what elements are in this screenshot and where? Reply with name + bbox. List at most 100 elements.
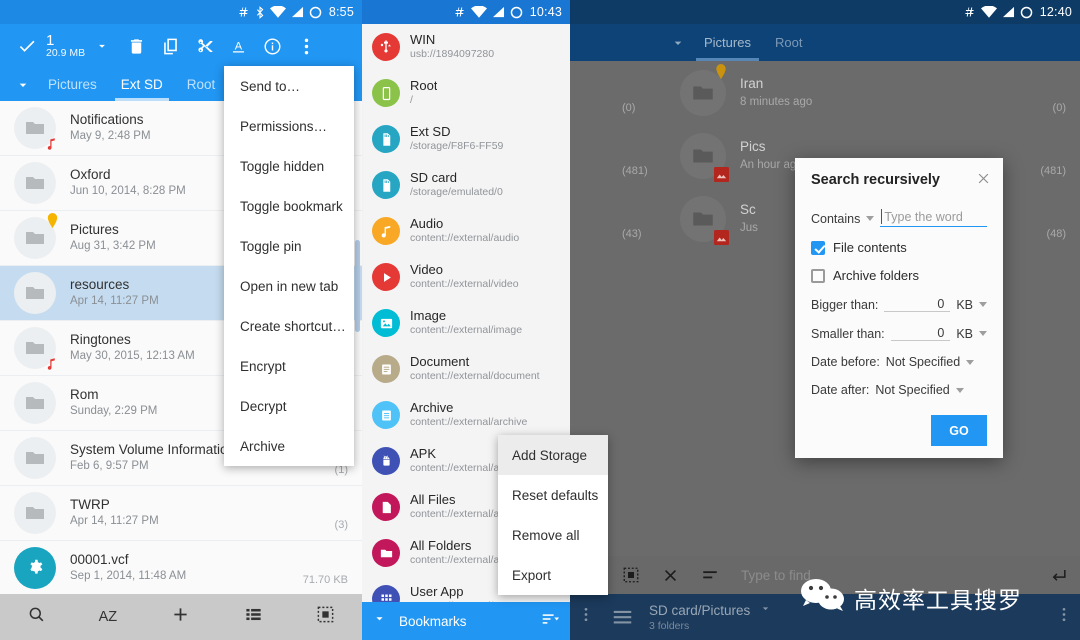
date-before-value[interactable]: Not Specified: [886, 355, 960, 369]
add-icon[interactable]: [170, 604, 191, 630]
status-bar-right: 12:40: [570, 0, 1080, 24]
smaller-than-unit[interactable]: KB: [956, 327, 973, 341]
tab-ext-sd[interactable]: Ext SD: [109, 68, 175, 101]
menu-icon[interactable]: [612, 609, 633, 625]
enter-icon[interactable]: [1049, 566, 1068, 585]
bookmark-text: Root /: [410, 78, 437, 108]
list-item[interactable]: Video content://external/video: [362, 254, 570, 300]
context-menu-item-create-shortcut[interactable]: Create shortcut…: [224, 306, 354, 346]
storage-menu-item-export[interactable]: Export: [498, 555, 608, 595]
file-text: Oxford Jun 10, 2014, 8:28 PM: [70, 166, 186, 200]
sort-icon[interactable]: [701, 568, 719, 582]
chevron-down-icon[interactable]: [979, 302, 987, 307]
storage-menu-item-reset-defaults[interactable]: Reset defaults: [498, 475, 608, 515]
file-icon-wrap: [14, 213, 58, 259]
archive-folders-checkbox[interactable]: [811, 268, 825, 283]
chevron-down-icon[interactable]: [966, 359, 975, 365]
context-menu-item-send-to[interactable]: Send to…: [224, 66, 354, 106]
sort-icon[interactable]: [541, 612, 560, 631]
context-menu-item-archive[interactable]: Archive: [224, 426, 354, 466]
az-sort-icon[interactable]: AZ: [99, 609, 118, 625]
svg-text:A: A: [234, 40, 242, 52]
bigger-than-input[interactable]: 0: [884, 297, 951, 312]
bookmark-name: Archive: [410, 400, 454, 416]
grid-select-icon[interactable]: [622, 566, 640, 584]
context-menu-item-permissions[interactable]: Permissions…: [224, 106, 354, 146]
bookmark-name: User App: [410, 584, 464, 600]
list-item[interactable]: Document content://external/document: [362, 346, 570, 392]
overflow-icon[interactable]: [584, 606, 588, 628]
grid-select-icon[interactable]: [316, 605, 335, 629]
table-row[interactable]: TWRP Apr 14, 11:27 PM (3): [0, 486, 362, 541]
right-tab-pictures[interactable]: Pictures: [692, 24, 763, 61]
delete-icon[interactable]: [119, 27, 153, 65]
left-scrollbar[interactable]: [355, 240, 360, 332]
context-menu-item-toggle-hidden[interactable]: Toggle hidden: [224, 146, 354, 186]
file-contents-checkbox[interactable]: [811, 240, 825, 255]
right-tab-root[interactable]: Root: [763, 24, 814, 61]
archive-folders-checkbox-row[interactable]: Archive folders: [811, 268, 987, 283]
chevron-down-icon[interactable]: [759, 602, 772, 620]
tab-root[interactable]: Root: [175, 68, 228, 101]
storage-context-menu[interactable]: Add Storage Reset defaults Remove all Expor…: [498, 435, 608, 595]
list-item[interactable]: Archive content://external/archive: [362, 392, 570, 438]
overflow-icon[interactable]: [1062, 606, 1066, 628]
date-after-row[interactable]: Date after: Not Specified: [811, 383, 987, 397]
search-icon[interactable]: [27, 605, 46, 629]
context-menu-item-encrypt[interactable]: Encrypt: [224, 346, 354, 386]
chevron-down-icon[interactable]: [85, 27, 119, 65]
file-contents-label: File contents: [833, 240, 907, 255]
list-item[interactable]: Root /: [362, 70, 570, 116]
list-item[interactable]: WIN usb://1894097280: [362, 24, 570, 70]
chevron-down-icon[interactable]: [372, 611, 387, 631]
chevron-down-icon[interactable]: [979, 331, 987, 336]
context-menu-item-toggle-bookmark[interactable]: Toggle bookmark: [224, 186, 354, 226]
bluetooth-icon: [255, 5, 265, 19]
context-menu-item-toggle-pin[interactable]: Toggle pin: [224, 226, 354, 266]
file-context-menu[interactable]: Send to… Permissions… Toggle hidden Toggle …: [224, 66, 354, 466]
bigger-than-unit[interactable]: KB: [956, 298, 973, 312]
chevron-down-icon[interactable]: [670, 35, 686, 51]
music-note-icon: [372, 217, 400, 245]
context-menu-item-decrypt[interactable]: Decrypt: [224, 386, 354, 426]
table-row[interactable]: 00001.vcf Sep 1, 2014, 11:48 AM 71.70 KB: [0, 541, 362, 596]
file-meta: 71.70 KB: [302, 574, 348, 586]
close-icon[interactable]: [976, 171, 991, 191]
table-row[interactable]: (0) Iran 8 minutes ago (0): [570, 61, 1080, 124]
file-name: resources: [70, 277, 130, 293]
folder-count-text: 3 folders: [649, 620, 690, 633]
list-item[interactable]: Ext SD/storage/F8F6-FF59: [362, 116, 570, 162]
context-menu-item-open-in-new-tab[interactable]: Open in new tab: [224, 266, 354, 306]
rename-icon[interactable]: A: [221, 27, 255, 65]
tab-pictures[interactable]: Pictures: [36, 68, 109, 101]
info-icon[interactable]: [255, 27, 289, 65]
storage-menu-item-add-storage[interactable]: Add Storage: [498, 435, 608, 475]
file-icon-wrap: [14, 382, 56, 424]
list-item[interactable]: SD card/storage/emulated/0: [362, 162, 570, 208]
go-button[interactable]: GO: [931, 415, 987, 446]
date-before-row[interactable]: Date before: Not Specified: [811, 355, 987, 369]
close-icon[interactable]: [662, 567, 679, 584]
list-item[interactable]: Audio content://external/audio: [362, 208, 570, 254]
smaller-than-input[interactable]: 0: [890, 326, 951, 341]
file-text: Pictures Aug 31, 3:42 PM: [70, 221, 156, 255]
file-text: Notifications May 9, 2:48 PM: [70, 111, 151, 145]
check-icon[interactable]: [10, 27, 44, 65]
bookmark-badge-icon: [47, 213, 58, 228]
storage-menu-item-remove-all[interactable]: Remove all: [498, 515, 608, 555]
search-word-input[interactable]: Type the word: [880, 209, 987, 227]
chevron-down-icon[interactable]: [866, 216, 875, 221]
date-after-value[interactable]: Not Specified: [875, 383, 949, 397]
chevron-down-icon[interactable]: [955, 387, 964, 393]
cut-icon[interactable]: [187, 27, 221, 65]
file-contents-checkbox-row[interactable]: File contents: [811, 240, 987, 255]
file-date: Sep 1, 2014, 11:48 AM: [70, 570, 187, 583]
list-view-icon[interactable]: [244, 605, 263, 629]
list-item[interactable]: Image content://external/image: [362, 300, 570, 346]
bookmark-text: Ext SD/storage/F8F6-FF59: [410, 124, 503, 154]
copy-icon[interactable]: [153, 27, 187, 65]
chevron-down-icon[interactable]: [10, 72, 36, 98]
overflow-icon[interactable]: [289, 27, 323, 65]
file-text: resources Apr 14, 11:27 PM: [70, 276, 159, 310]
match-mode-value[interactable]: Contains: [811, 212, 860, 226]
